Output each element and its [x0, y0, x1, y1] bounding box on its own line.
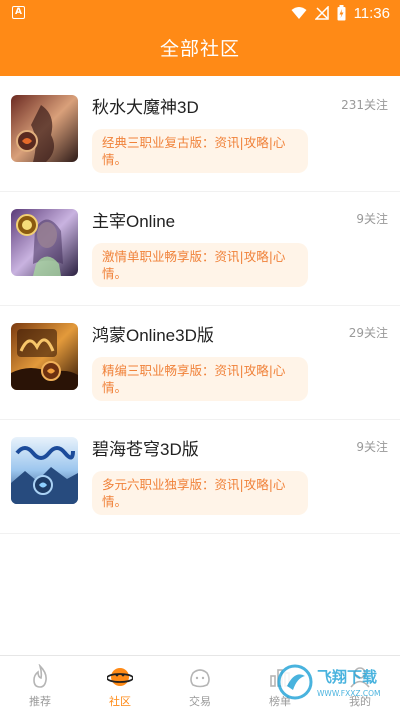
community-item[interactable]: 碧海苍穹3D版 9关注 多元六职业独享版：资讯|攻略|心情。 [0, 420, 400, 534]
game-thumbnail[interactable] [11, 95, 78, 162]
community-name[interactable]: 鸿蒙Online3D版 [92, 321, 214, 346]
battery-charging-icon [337, 5, 346, 21]
status-bar: A 11:36 [0, 0, 400, 26]
community-description: 精编三职业畅享版：资讯|攻略|心情。 [92, 357, 308, 401]
follow-count: 29关注 [348, 326, 388, 340]
follow-count: 9关注 [356, 212, 388, 226]
community-item[interactable]: 鸿蒙Online3D版 29关注 精编三职业畅享版：资讯|攻略|心情。 [0, 306, 400, 420]
watermark-text: 飞翔下载 [317, 668, 377, 686]
wifi-icon [291, 7, 307, 19]
tab-label: 社区 [109, 695, 131, 708]
tab-label: 推荐 [29, 695, 51, 708]
bag-icon [190, 669, 210, 688]
community-name[interactable]: 主宰Online [92, 207, 175, 232]
planet-icon [107, 668, 133, 686]
community-list: 秋水大魔神3D 231关注 经典三职业复古版：资讯|攻略|心情。 主宰Onlin… [0, 78, 400, 534]
page-title: 全部社区 [159, 38, 240, 60]
game-thumbnail[interactable] [11, 209, 78, 276]
community-name[interactable]: 秋水大魔神3D [92, 93, 199, 118]
follow-count: 231关注 [341, 98, 388, 112]
status-icons: 11:36 [291, 4, 390, 22]
clock-time: 11:36 [353, 4, 390, 22]
tab-community[interactable]: 社区 [80, 656, 160, 711]
watermark-url: WWW.FXXZ.COM [317, 689, 381, 698]
community-item[interactable]: 主宰Online 9关注 激情单职业畅享版：资讯|攻略|心情。 [0, 192, 400, 306]
community-description: 激情单职业畅享版：资讯|攻略|心情。 [92, 243, 308, 287]
app-notification-icon: A [12, 6, 25, 19]
tab-trade[interactable]: 交易 [160, 656, 240, 711]
app-header: 全部社区 [0, 26, 400, 76]
game-thumbnail[interactable] [11, 323, 78, 390]
flame-icon [33, 664, 47, 688]
community-description: 多元六职业独享版：资讯|攻略|心情。 [92, 471, 308, 515]
game-thumbnail[interactable] [11, 437, 78, 504]
tab-recommend[interactable]: 推荐 [0, 656, 80, 711]
follow-count: 9关注 [356, 440, 388, 454]
tab-label: 交易 [189, 695, 211, 708]
site-watermark: 飞翔下载 WWW.FXXZ.COM [277, 664, 381, 700]
no-signal-icon [314, 6, 329, 20]
community-item[interactable]: 秋水大魔神3D 231关注 经典三职业复古版：资讯|攻略|心情。 [0, 78, 400, 192]
community-name[interactable]: 碧海苍穹3D版 [92, 435, 199, 460]
community-description: 经典三职业复古版：资讯|攻略|心情。 [92, 129, 308, 173]
